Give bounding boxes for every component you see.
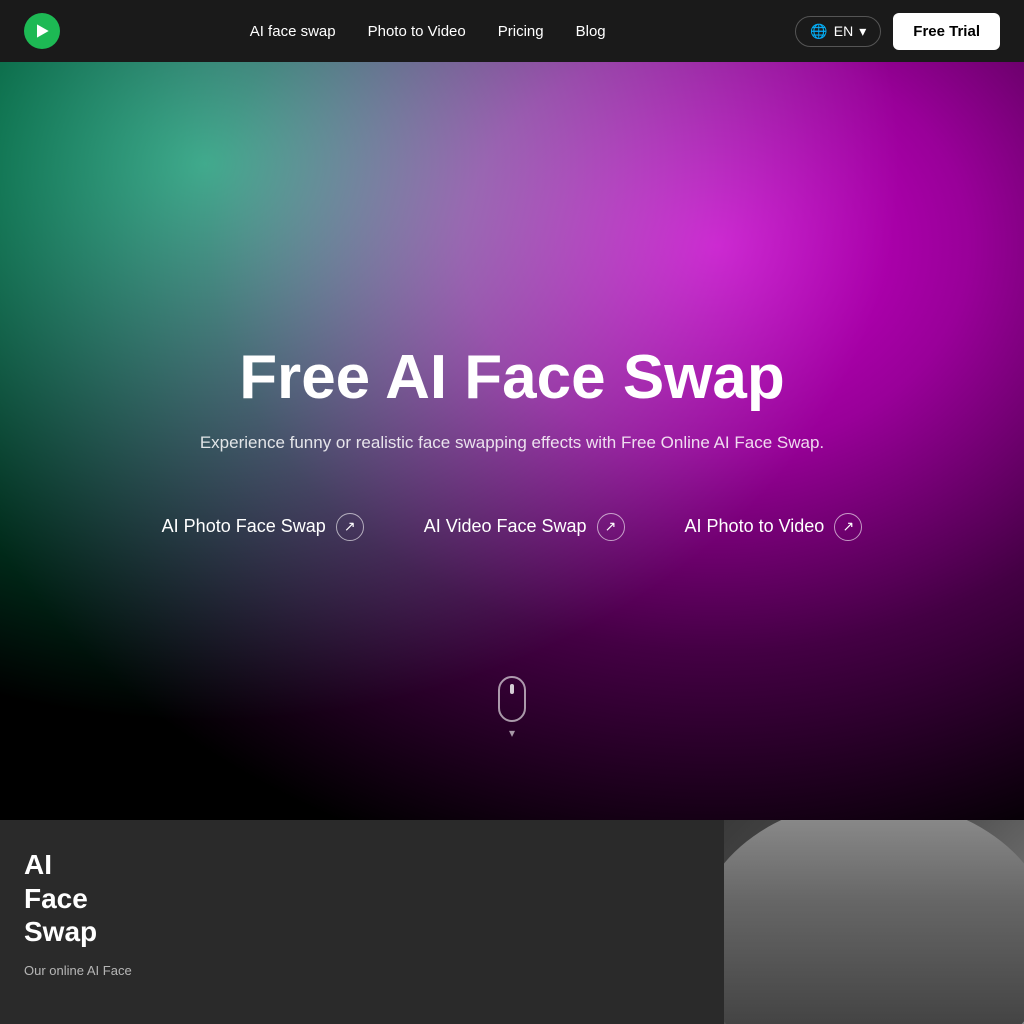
- bottom-title: AIFaceSwap: [24, 848, 256, 949]
- arrow-up-right-icon-3: ↗: [834, 513, 862, 541]
- free-trial-button[interactable]: Free Trial: [893, 13, 1000, 50]
- bottom-image: [724, 820, 1024, 1024]
- photo-to-video-label: AI Photo to Video: [685, 516, 825, 537]
- video-face-swap-link[interactable]: AI Video Face Swap ↗: [424, 513, 625, 541]
- hero-content: Free AI Face Swap Experience funny or re…: [122, 342, 903, 541]
- chevron-down-icon: ▾: [859, 23, 866, 40]
- bottom-right-panel: [280, 820, 1024, 1024]
- bottom-left-panel: AIFaceSwap Our online AI Face: [0, 820, 280, 1024]
- arrow-up-right-icon: ↗: [336, 513, 364, 541]
- logo[interactable]: [24, 13, 60, 49]
- language-selector[interactable]: 🌐 EN ▾: [795, 16, 881, 47]
- nav-blog[interactable]: Blog: [576, 23, 606, 40]
- scroll-dot: [510, 684, 514, 694]
- bottom-section: AIFaceSwap Our online AI Face: [0, 820, 1024, 1024]
- hero-subtitle: Experience funny or realistic face swapp…: [162, 433, 863, 453]
- lang-label: EN: [834, 23, 853, 39]
- nav-right: 🌐 EN ▾ Free Trial: [795, 13, 1000, 50]
- nav-pricing[interactable]: Pricing: [498, 23, 544, 40]
- globe-icon: 🌐: [810, 23, 827, 40]
- nav-links: AI face swap Photo to Video Pricing Blog: [250, 23, 606, 40]
- hero-section: Free AI Face Swap Experience funny or re…: [0, 0, 1024, 820]
- photo-face-swap-link[interactable]: AI Photo Face Swap ↗: [162, 513, 364, 541]
- video-face-swap-label: AI Video Face Swap: [424, 516, 587, 537]
- scroll-oval: [498, 676, 526, 722]
- scroll-indicator: ▾: [498, 676, 526, 740]
- person-silhouette: [724, 820, 1024, 1024]
- nav-ai-face-swap[interactable]: AI face swap: [250, 23, 336, 40]
- photo-to-video-link[interactable]: AI Photo to Video ↗: [685, 513, 863, 541]
- logo-icon: [24, 13, 60, 49]
- arrow-up-right-icon-2: ↗: [597, 513, 625, 541]
- photo-face-swap-label: AI Photo Face Swap: [162, 516, 326, 537]
- hero-title: Free AI Face Swap: [162, 342, 863, 413]
- hero-feature-links: AI Photo Face Swap ↗ AI Video Face Swap …: [162, 513, 863, 541]
- bottom-description: Our online AI Face: [24, 961, 256, 981]
- scroll-chevron-icon: ▾: [509, 726, 515, 740]
- navbar: AI face swap Photo to Video Pricing Blog…: [0, 0, 1024, 62]
- nav-photo-to-video[interactable]: Photo to Video: [368, 23, 466, 40]
